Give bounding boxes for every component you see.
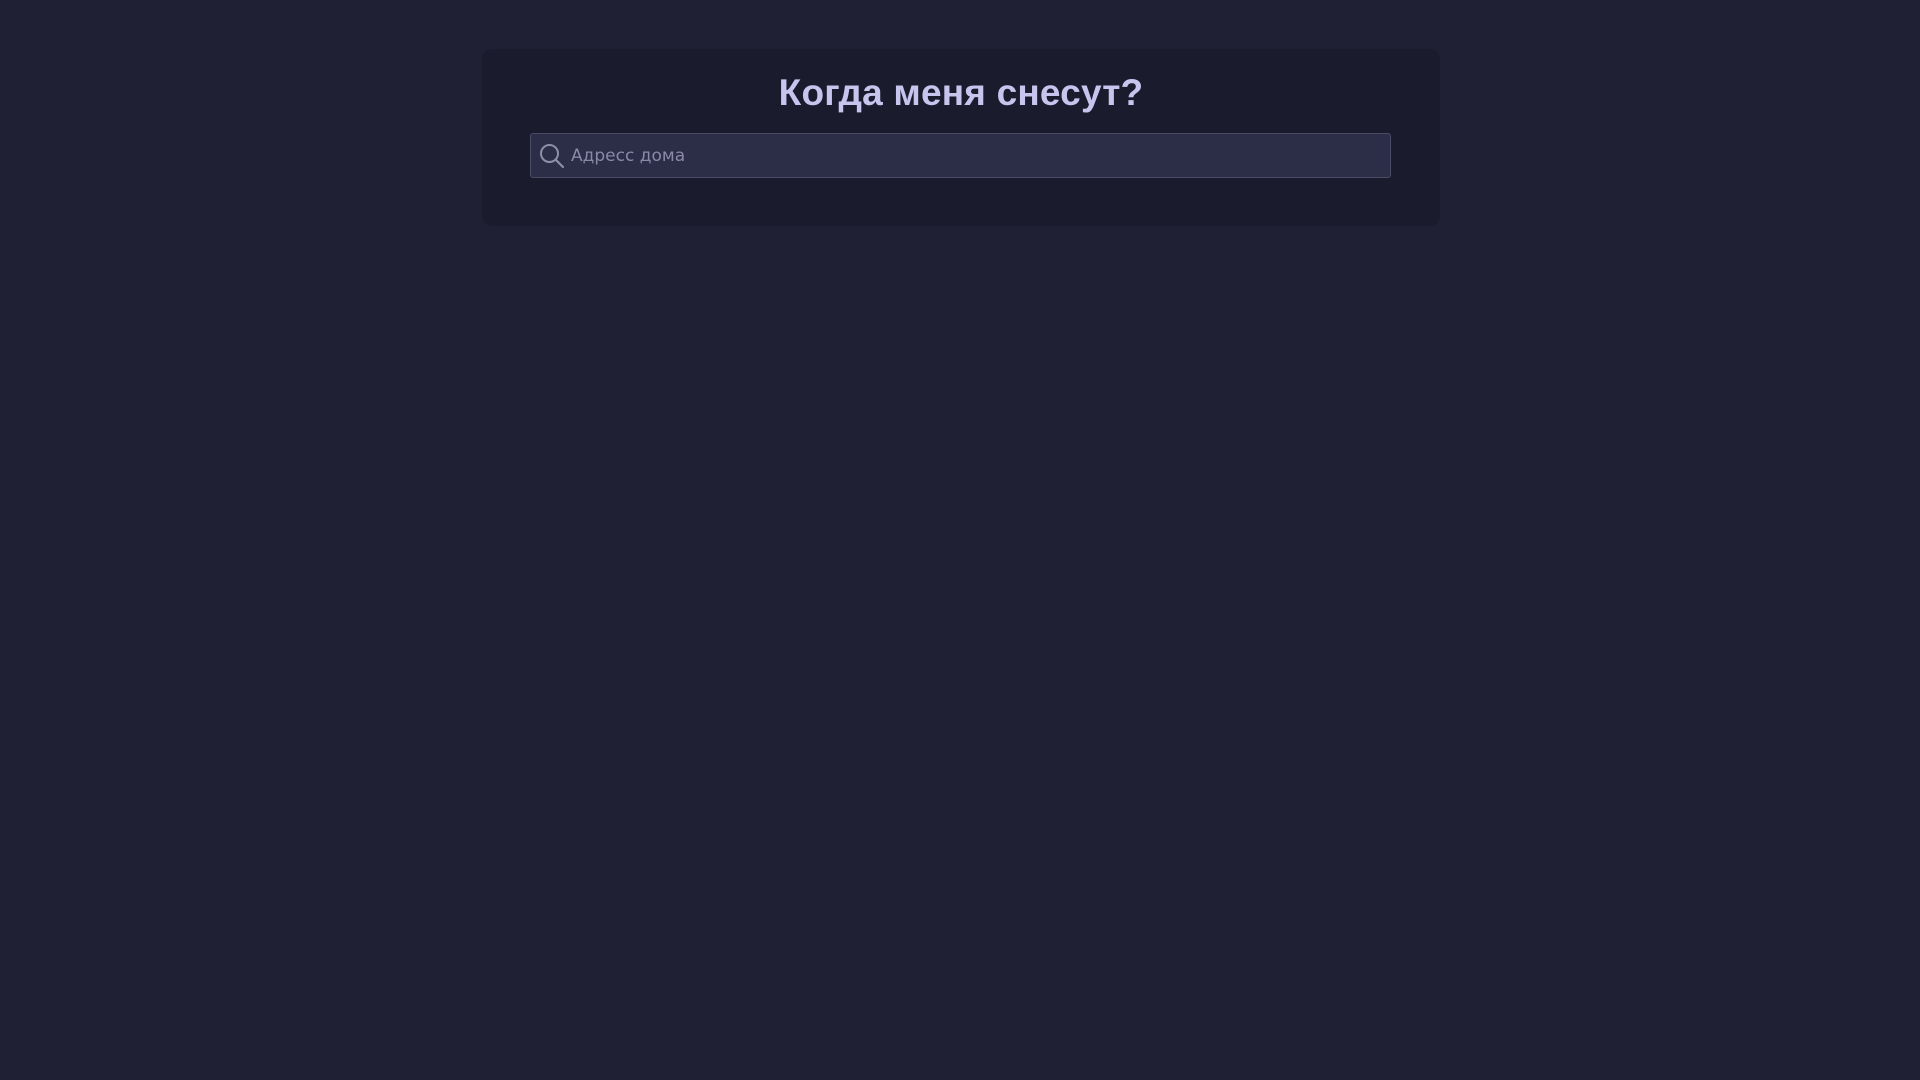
- search-panel: Когда меня снесут?: [482, 49, 1440, 226]
- search-icon: [538, 142, 566, 170]
- search-box[interactable]: [530, 133, 1391, 178]
- address-search-input[interactable]: [571, 134, 1381, 177]
- page-title: Когда меня снесут?: [778, 72, 1144, 113]
